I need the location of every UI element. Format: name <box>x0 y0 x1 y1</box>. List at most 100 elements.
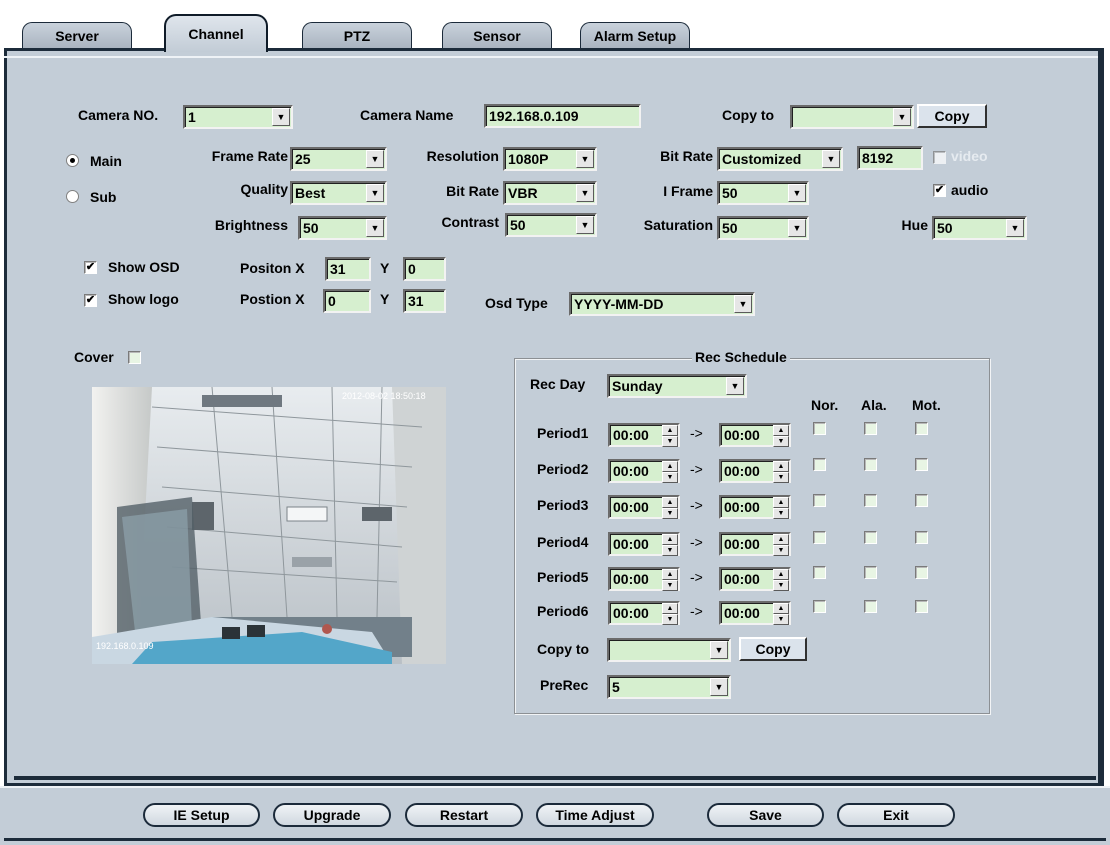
upgrade-button[interactable]: Upgrade <box>273 803 391 827</box>
dropdown-arrow-icon[interactable]: ▼ <box>710 678 728 696</box>
tab-sensor[interactable]: Sensor <box>442 22 552 48</box>
schedule-copy-to-select[interactable]: ▼ <box>607 638 731 662</box>
spin-up-icon[interactable]: ▲ <box>662 569 678 580</box>
save-button[interactable]: Save <box>707 803 824 827</box>
spin-up-icon[interactable]: ▲ <box>662 425 678 436</box>
hue-select[interactable]: 50 ▼ <box>932 216 1027 240</box>
period-mot-checkbox[interactable] <box>915 422 928 435</box>
dropdown-arrow-icon[interactable]: ▼ <box>576 150 594 168</box>
dropdown-arrow-icon[interactable]: ▼ <box>272 108 290 126</box>
sub-stream-radio[interactable] <box>66 190 79 203</box>
video-checkbox[interactable] <box>933 151 946 164</box>
rec-day-select[interactable]: Sunday ▼ <box>607 374 747 398</box>
period-start-time[interactable]: 00:00 ▲ ▼ <box>608 423 680 447</box>
exit-button[interactable]: Exit <box>837 803 955 827</box>
spin-down-icon[interactable]: ▼ <box>662 508 678 519</box>
period-mot-checkbox[interactable] <box>915 531 928 544</box>
dropdown-arrow-icon[interactable]: ▼ <box>734 295 752 313</box>
spin-down-icon[interactable]: ▼ <box>773 436 789 447</box>
dropdown-arrow-icon[interactable]: ▼ <box>726 377 744 395</box>
period-end-time[interactable]: 00:00 ▲ ▼ <box>719 601 791 625</box>
tab-channel[interactable]: Channel <box>164 14 268 52</box>
period-ala-checkbox[interactable] <box>864 422 877 435</box>
osd-x-input[interactable]: 31 <box>325 257 371 281</box>
period-start-time[interactable]: 00:00 ▲ ▼ <box>608 601 680 625</box>
spin-down-icon[interactable]: ▼ <box>662 545 678 556</box>
period-start-time[interactable]: 00:00 ▲ ▼ <box>608 495 680 519</box>
period-nor-checkbox[interactable] <box>813 422 826 435</box>
period-end-time[interactable]: 00:00 ▲ ▼ <box>719 423 791 447</box>
period-mot-checkbox[interactable] <box>915 458 928 471</box>
spin-up-icon[interactable]: ▲ <box>773 569 789 580</box>
bitrate-custom-input[interactable]: 8192 <box>857 146 923 170</box>
ie-setup-button[interactable]: IE Setup <box>143 803 260 827</box>
period-start-time[interactable]: 00:00 ▲ ▼ <box>608 459 680 483</box>
period-ala-checkbox[interactable] <box>864 600 877 613</box>
period-nor-checkbox[interactable] <box>813 458 826 471</box>
spin-down-icon[interactable]: ▼ <box>773 545 789 556</box>
period-nor-checkbox[interactable] <box>813 566 826 579</box>
audio-checkbox[interactable]: ✔ <box>933 184 946 197</box>
schedule-copy-button[interactable]: Copy <box>739 637 807 661</box>
period-end-time[interactable]: 00:00 ▲ ▼ <box>719 567 791 591</box>
spin-up-icon[interactable]: ▲ <box>773 603 789 614</box>
prerec-select[interactable]: 5 ▼ <box>607 675 731 699</box>
dropdown-arrow-icon[interactable]: ▼ <box>1006 219 1024 237</box>
iframe-select[interactable]: 50 ▼ <box>717 181 809 205</box>
show-logo-checkbox[interactable]: ✔ <box>84 294 97 307</box>
bitrate-type-select[interactable]: VBR ▼ <box>503 181 597 205</box>
dropdown-arrow-icon[interactable]: ▼ <box>788 184 806 202</box>
dropdown-arrow-icon[interactable]: ▼ <box>788 219 806 237</box>
period-ala-checkbox[interactable] <box>864 566 877 579</box>
period-end-time[interactable]: 00:00 ▲ ▼ <box>719 532 791 556</box>
bitrate-select[interactable]: Customized ▼ <box>717 147 843 171</box>
spin-down-icon[interactable]: ▼ <box>662 436 678 447</box>
spin-up-icon[interactable]: ▲ <box>773 461 789 472</box>
spin-down-icon[interactable]: ▼ <box>662 614 678 625</box>
spin-down-icon[interactable]: ▼ <box>773 508 789 519</box>
dropdown-arrow-icon[interactable]: ▼ <box>576 184 594 202</box>
period-ala-checkbox[interactable] <box>864 494 877 507</box>
spin-up-icon[interactable]: ▲ <box>773 497 789 508</box>
spin-down-icon[interactable]: ▼ <box>662 472 678 483</box>
period-start-time[interactable]: 00:00 ▲ ▼ <box>608 532 680 556</box>
restart-button[interactable]: Restart <box>405 803 523 827</box>
period-ala-checkbox[interactable] <box>864 531 877 544</box>
frame-rate-select[interactable]: 25 ▼ <box>290 147 387 171</box>
spin-down-icon[interactable]: ▼ <box>662 580 678 591</box>
dropdown-arrow-icon[interactable]: ▼ <box>710 641 728 659</box>
cover-checkbox[interactable] <box>128 351 141 364</box>
contrast-select[interactable]: 50 ▼ <box>505 213 597 237</box>
period-nor-checkbox[interactable] <box>813 600 826 613</box>
spin-up-icon[interactable]: ▲ <box>662 461 678 472</box>
period-start-time[interactable]: 00:00 ▲ ▼ <box>608 567 680 591</box>
copy-button[interactable]: Copy <box>917 104 987 128</box>
camera-name-input[interactable]: 192.168.0.109 <box>484 104 641 128</box>
spin-up-icon[interactable]: ▲ <box>773 425 789 436</box>
dropdown-arrow-icon[interactable]: ▼ <box>893 108 911 126</box>
period-mot-checkbox[interactable] <box>915 566 928 579</box>
spin-down-icon[interactable]: ▼ <box>773 614 789 625</box>
period-mot-checkbox[interactable] <box>915 600 928 613</box>
tab-ptz[interactable]: PTZ <box>302 22 412 48</box>
tab-server[interactable]: Server <box>22 22 132 48</box>
osd-y-input[interactable]: 0 <box>403 257 446 281</box>
spin-up-icon[interactable]: ▲ <box>662 603 678 614</box>
time-adjust-button[interactable]: Time Adjust <box>536 803 654 827</box>
spin-up-icon[interactable]: ▲ <box>662 534 678 545</box>
spin-down-icon[interactable]: ▼ <box>773 472 789 483</box>
period-ala-checkbox[interactable] <box>864 458 877 471</box>
resolution-select[interactable]: 1080P ▼ <box>503 147 597 171</box>
copy-to-select[interactable]: ▼ <box>790 105 914 129</box>
period-nor-checkbox[interactable] <box>813 531 826 544</box>
main-stream-radio[interactable] <box>66 154 79 167</box>
spin-up-icon[interactable]: ▲ <box>773 534 789 545</box>
show-osd-checkbox[interactable]: ✔ <box>84 261 97 274</box>
period-mot-checkbox[interactable] <box>915 494 928 507</box>
period-end-time[interactable]: 00:00 ▲ ▼ <box>719 495 791 519</box>
saturation-select[interactable]: 50 ▼ <box>717 216 809 240</box>
camera-preview[interactable]: 2012-08-02 18:50:18 192.168.0.109 <box>92 387 446 664</box>
brightness-select[interactable]: 50 ▼ <box>298 216 387 240</box>
camera-no-select[interactable]: 1 ▼ <box>183 105 293 129</box>
osd-type-select[interactable]: YYYY-MM-DD ▼ <box>569 292 755 316</box>
